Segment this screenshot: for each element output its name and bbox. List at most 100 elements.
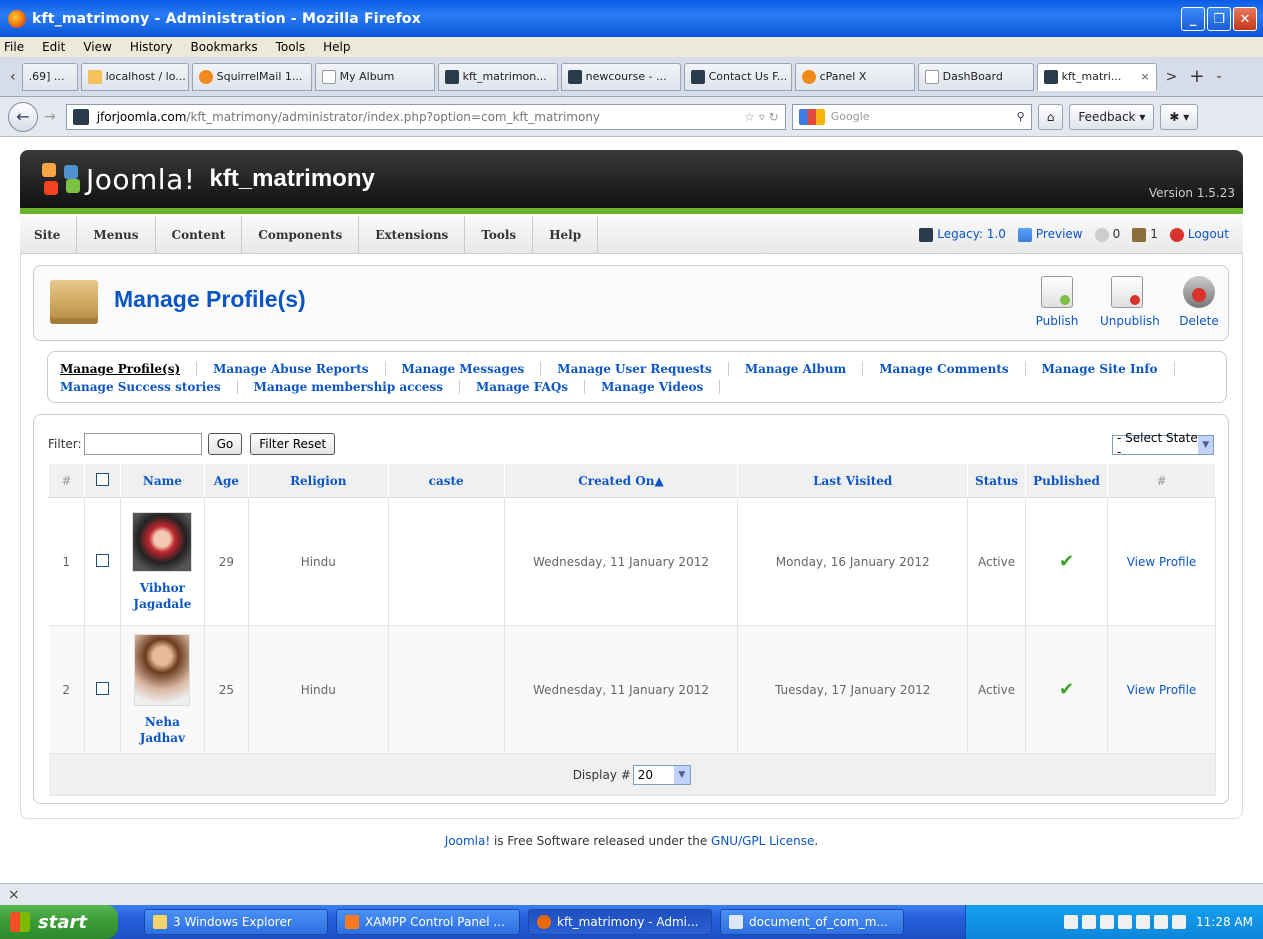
- menu-history[interactable]: History: [130, 40, 173, 54]
- col-header-last-visited[interactable]: Last Visited: [737, 463, 969, 498]
- network-tray-icon[interactable]: [1136, 915, 1151, 929]
- col-header-created-on[interactable]: Created On▲: [503, 463, 739, 498]
- view-profile-link[interactable]: View Profile: [1127, 555, 1197, 569]
- submenu-manage-user-requests[interactable]: Manage User Requests: [541, 362, 729, 376]
- submenu-manage-abuse-reports[interactable]: Manage Abuse Reports: [197, 362, 386, 376]
- filter-input[interactable]: [83, 433, 202, 455]
- delete-button[interactable]: Delete: [1172, 276, 1226, 328]
- taskbar-item-explorer[interactable]: 3 Windows Explorer: [144, 909, 328, 935]
- profile-photo[interactable]: [132, 511, 193, 572]
- view-profile-link[interactable]: View Profile: [1127, 683, 1197, 697]
- menu-view[interactable]: View: [83, 40, 111, 54]
- col-header-age[interactable]: Age: [203, 463, 249, 498]
- filter-reset-button[interactable]: Filter Reset: [250, 433, 336, 455]
- menu-help[interactable]: Help: [323, 40, 350, 54]
- tab-scroll-left-icon[interactable]: ‹: [10, 69, 16, 85]
- joomla-link[interactable]: Joomla!: [445, 834, 490, 848]
- col-header-religion[interactable]: Religion: [247, 463, 389, 498]
- profile-name-link[interactable]: Neha Jadhav: [127, 714, 197, 746]
- home-button[interactable]: ⌂: [1037, 103, 1064, 130]
- tab-squirrelmail[interactable]: SquirrelMail 1...: [191, 62, 312, 91]
- tab-newcourse[interactable]: newcourse - ...: [560, 62, 681, 91]
- row-checkbox[interactable]: [95, 553, 109, 567]
- preview-link[interactable]: Preview: [1017, 227, 1083, 242]
- taskbar-item-document[interactable]: document_of_com_m...: [720, 909, 904, 935]
- tab-partial[interactable]: .69] ...: [21, 62, 78, 91]
- app-tray-icon[interactable]: [1118, 915, 1133, 929]
- submenu-manage-comments[interactable]: Manage Comments: [863, 362, 1026, 376]
- submenu-manage-album[interactable]: Manage Album: [729, 362, 864, 376]
- close-findbar-icon[interactable]: ×: [8, 887, 20, 903]
- menu-bookmarks[interactable]: Bookmarks: [191, 40, 258, 54]
- menu-edit[interactable]: Edit: [42, 40, 65, 54]
- messages-count[interactable]: 0: [1094, 227, 1120, 242]
- col-header-published[interactable]: Published: [1025, 463, 1109, 498]
- go-button[interactable]: Go: [207, 433, 243, 455]
- admin-menu-menus[interactable]: Menus: [77, 215, 156, 254]
- minimize-button[interactable]: _: [1181, 7, 1205, 31]
- tab-dashboard[interactable]: DashBoard: [917, 62, 1034, 91]
- admin-menu-tools[interactable]: Tools: [465, 215, 534, 254]
- tab-active-kft-matrimony[interactable]: kft_matri... ×: [1036, 62, 1157, 91]
- close-window-button[interactable]: ✕: [1233, 7, 1257, 31]
- back-button[interactable]: ←: [8, 101, 38, 132]
- tab-list-button[interactable]: -: [1216, 69, 1221, 85]
- admin-menu-extensions[interactable]: Extensions: [359, 215, 466, 254]
- search-icon[interactable]: ⚲: [1017, 110, 1025, 123]
- admin-menu-content[interactable]: Content: [156, 215, 243, 254]
- xampp-tray-icon[interactable]: [1100, 915, 1115, 929]
- help-tray-icon[interactable]: [1064, 915, 1079, 929]
- tab-scroll-right-icon[interactable]: >: [1166, 69, 1178, 85]
- published-check-icon[interactable]: ✔: [1059, 551, 1074, 572]
- col-header-status[interactable]: Status: [967, 463, 1027, 498]
- start-button[interactable]: start: [0, 905, 118, 939]
- submenu-manage-success-stories[interactable]: Manage Success stories: [60, 380, 238, 394]
- bookmark-star-icon[interactable]: ☆ ▿ ↻: [744, 110, 778, 124]
- submenu-manage-membership-access[interactable]: Manage membership access: [238, 380, 460, 394]
- display-limit-select[interactable]: 20 ▼: [632, 764, 691, 785]
- addon-button[interactable]: ✱ ▾: [1160, 103, 1199, 130]
- close-tab-icon[interactable]: ×: [1134, 70, 1149, 83]
- tab-my-album[interactable]: My Album: [314, 62, 435, 91]
- admin-menu-components[interactable]: Components: [242, 215, 360, 254]
- tab-phpmyadmin[interactable]: localhost / lo...: [80, 62, 189, 91]
- publish-button[interactable]: Publish: [1030, 276, 1084, 328]
- profile-photo[interactable]: [134, 633, 191, 706]
- admin-menu-site[interactable]: Site: [20, 215, 78, 254]
- menu-tools[interactable]: Tools: [276, 40, 306, 54]
- col-header-name[interactable]: Name: [119, 463, 205, 498]
- select-all-checkbox[interactable]: [95, 472, 109, 486]
- feedback-button[interactable]: Feedback ▾: [1069, 103, 1155, 130]
- url-bar[interactable]: jforjoomla.com/kft_matrimony/administrat…: [65, 103, 786, 130]
- taskbar-item-firefox[interactable]: kft_matrimony - Admi...: [528, 909, 712, 935]
- search-input[interactable]: Google ⚲: [791, 103, 1032, 130]
- new-tab-button[interactable]: +: [1189, 66, 1204, 87]
- state-select[interactable]: - Select State - ▼: [1112, 431, 1214, 459]
- forward-button[interactable]: →: [44, 109, 56, 125]
- submenu-manage-profiles[interactable]: Manage Profile(s): [60, 362, 198, 376]
- admin-menu-help[interactable]: Help: [533, 215, 599, 254]
- submenu-manage-messages[interactable]: Manage Messages: [386, 362, 542, 376]
- volume-tray-icon[interactable]: [1172, 915, 1187, 929]
- last-visited-cell: Monday, 16 January 2012: [737, 497, 969, 626]
- tab-contact-us[interactable]: Contact Us F...: [683, 62, 792, 91]
- taskbar-item-xampp[interactable]: XAMPP Control Panel ...: [336, 909, 520, 935]
- row-checkbox[interactable]: [95, 681, 109, 695]
- submenu-manage-faqs[interactable]: Manage FAQs: [460, 380, 586, 394]
- profile-name-link[interactable]: Vibhor Jagadale: [127, 580, 197, 612]
- submenu-manage-site-info[interactable]: Manage Site Info: [1026, 362, 1175, 376]
- license-link[interactable]: GNU/GPL License: [711, 834, 814, 848]
- unpublish-button[interactable]: Unpublish: [1100, 276, 1160, 328]
- maximize-button[interactable]: ❐: [1207, 7, 1231, 31]
- submenu-manage-videos[interactable]: Manage Videos: [585, 380, 721, 394]
- security-tray-icon[interactable]: [1154, 915, 1169, 929]
- menu-file[interactable]: File: [4, 40, 24, 54]
- logout-link[interactable]: Logout: [1169, 227, 1229, 242]
- arrow-tray-icon[interactable]: [1082, 915, 1097, 929]
- users-count[interactable]: 1: [1132, 227, 1158, 242]
- publish-label: Publish: [1035, 314, 1079, 328]
- published-check-icon[interactable]: ✔: [1059, 679, 1074, 700]
- tab-kft-matrimony[interactable]: kft_matrimon...: [437, 62, 558, 91]
- col-header-caste[interactable]: caste: [387, 463, 505, 498]
- tab-cpanel[interactable]: cPanel X: [794, 62, 915, 91]
